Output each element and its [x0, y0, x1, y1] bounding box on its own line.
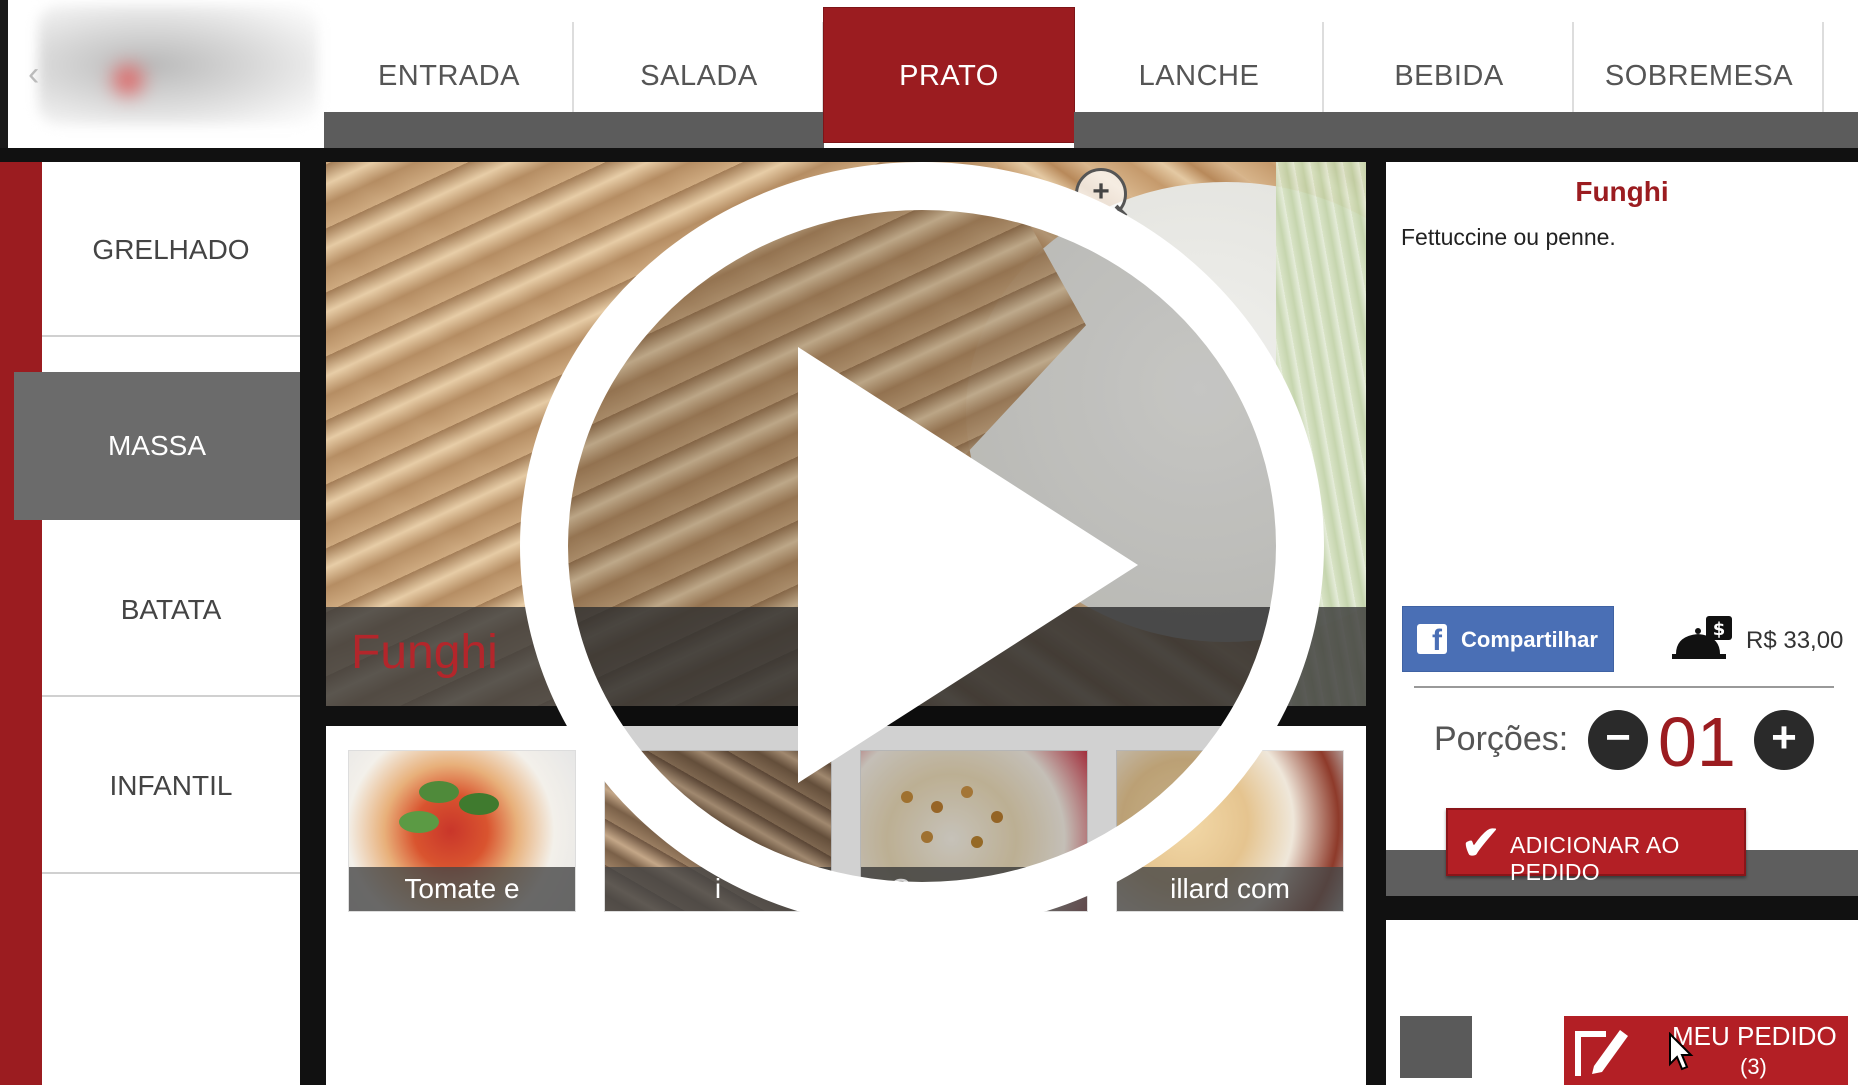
dish-price: R$ 33,00 — [1746, 627, 1844, 654]
subcategory-sidebar: GRELHADO MASSA BATATA INFANTIL — [14, 162, 300, 1085]
sidebar-item-batata[interactable]: BATATA — [42, 522, 300, 697]
tab-label: BEBIDA — [1394, 60, 1504, 92]
tab-strip — [1074, 112, 1324, 148]
tab-strip — [1324, 112, 1574, 148]
tab-prato[interactable]: PRATO — [824, 8, 1074, 142]
sidebar-item-massa[interactable]: MASSA — [14, 372, 300, 520]
sidebar-item-label: MASSA — [107, 430, 207, 461]
dish-caption: Funghi — [351, 626, 498, 679]
category-tabs: ENTRADA SALADA PRATO LANCHE BEBIDA SOBRE… — [324, 0, 1858, 150]
sidebar-divider — [42, 872, 300, 874]
detail-divider-row — [1386, 896, 1858, 920]
menu-square-button[interactable] — [1400, 1016, 1472, 1078]
my-order-button[interactable]: MEU PEDIDO (3) — [1564, 1016, 1848, 1085]
check-icon: ✔ — [1460, 815, 1502, 871]
add-to-order-button[interactable]: ✔ ADICIONAR AO PEDIDO — [1446, 808, 1746, 885]
dish-detail-panel: Funghi Fettuccine ou penne. f Compartilh… — [1386, 162, 1858, 1085]
play-video-button[interactable] — [520, 162, 1324, 930]
portions-label: Porções: — [1434, 720, 1569, 758]
plus-icon[interactable]: + — [1754, 710, 1814, 770]
cloche-price-icon: $ — [1672, 616, 1732, 659]
tab-label: LANCHE — [1138, 60, 1260, 92]
tab-salada[interactable]: SALADA — [574, 0, 824, 150]
play-icon — [798, 347, 1138, 783]
tab-label: SOBREMESA — [1604, 60, 1794, 92]
facebook-share-button[interactable]: f Compartilhar — [1402, 606, 1614, 672]
logo — [38, 5, 318, 125]
logo-area: ‹ — [0, 0, 320, 150]
sidebar-divider-column — [300, 162, 326, 1085]
tab-label: ENTRADA — [377, 60, 521, 92]
dish-title: Funghi — [1575, 176, 1669, 207]
edit-icon — [1575, 1030, 1628, 1076]
sidebar-item-label: INFANTIL — [109, 769, 233, 801]
header-divider — [0, 148, 1858, 162]
share-label: Compartilhar — [1461, 627, 1598, 652]
facebook-icon: f — [1417, 624, 1447, 657]
detail-divider-column — [1366, 162, 1386, 1085]
sidebar-item-infantil[interactable]: INFANTIL — [42, 697, 300, 874]
price-divider — [1414, 686, 1834, 688]
sidebar-item-grelhado[interactable]: GRELHADO — [42, 162, 300, 337]
tab-bar-end — [1824, 0, 1858, 150]
minus-icon[interactable]: − — [1588, 710, 1648, 770]
my-order-label: MEU PEDIDO — [1672, 1021, 1837, 1051]
tab-sobremesa[interactable]: SOBREMESA — [1574, 0, 1824, 150]
svg-text:$: $ — [1713, 619, 1726, 640]
minus-glyph: − — [1605, 713, 1631, 762]
tab-bebida[interactable]: BEBIDA — [1324, 0, 1574, 150]
tab-lanche[interactable]: LANCHE — [1074, 0, 1324, 150]
tab-strip — [1574, 112, 1824, 148]
tab-label: SALADA — [640, 60, 758, 92]
portion-quantity: 01 — [1658, 703, 1736, 781]
tab-strip — [574, 112, 824, 148]
sidebar-divider — [42, 335, 300, 337]
dish-description: Fettuccine ou penne. — [1401, 224, 1616, 250]
tab-label: PRATO — [899, 60, 999, 92]
sidebar-item-label: BATATA — [120, 593, 222, 625]
plus-glyph: + — [1771, 713, 1797, 762]
tab-strip — [1824, 112, 1858, 148]
sidebar-accent — [0, 162, 42, 1085]
cursor-icon — [1669, 1032, 1694, 1071]
sidebar-item-label: GRELHADO — [92, 233, 250, 265]
add-to-order-label: ADICIONAR AO PEDIDO — [1510, 832, 1680, 885]
my-order-count: (3) — [1740, 1054, 1767, 1079]
tab-entrada[interactable]: ENTRADA — [324, 0, 574, 150]
chevron-left-icon[interactable]: ‹ — [28, 55, 39, 94]
tab-strip — [324, 112, 574, 148]
